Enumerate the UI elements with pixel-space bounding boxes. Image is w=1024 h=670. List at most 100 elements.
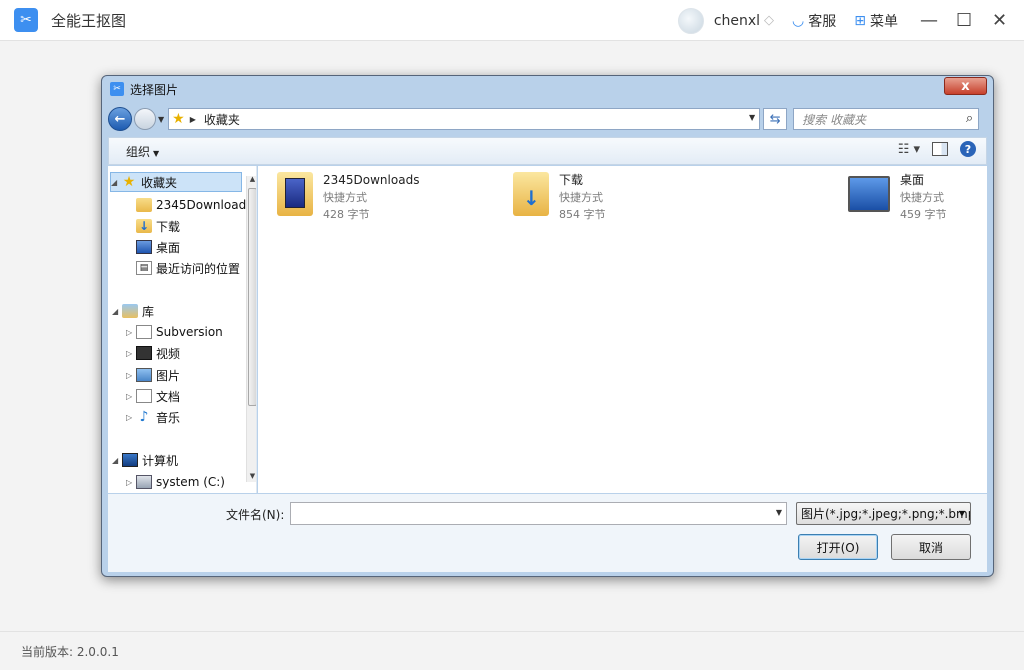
tree-item-recent-places[interactable]: ▤ 最近访问的位置 <box>136 258 240 278</box>
change-view-icon[interactable]: ☷ ▾ <box>898 142 920 157</box>
app-logo-icon: ✂ <box>14 8 38 32</box>
chevron-down-icon: ▼ <box>958 509 965 518</box>
cancel-button[interactable]: 取消 <box>891 534 971 560</box>
vip-diamond-icon[interactable]: ◇ <box>764 13 774 28</box>
file-item-desktop[interactable]: 桌面 快捷方式 459 字节 <box>848 172 947 228</box>
search-input[interactable]: 搜索 收藏夹 ⌕ <box>793 108 980 130</box>
file-type: 快捷方式 <box>559 191 603 204</box>
video-icon <box>136 346 152 360</box>
dialog-footer: 文件名(N): ▼ 图片(*.jpg;*.jpeg;*.png;*.bmp ▼ … <box>108 494 987 572</box>
desktop-icon <box>136 240 152 254</box>
file-type: 快捷方式 <box>323 191 367 204</box>
menu-button[interactable]: ⊞ 菜单 <box>854 11 898 31</box>
file-item-downloads[interactable]: ↓ 下载 快捷方式 854 字节 <box>513 172 606 228</box>
collapse-arrow-icon[interactable]: ▷ <box>126 413 136 422</box>
star-icon: ★ <box>122 174 136 190</box>
filename-input[interactable]: ▼ <box>290 502 787 525</box>
tree-item-system-c[interactable]: ▷ system (C:) <box>126 472 225 492</box>
open-button[interactable]: 打开(O) <box>798 534 878 560</box>
tree-item-computer[interactable]: ◢ 计算机 <box>112 450 178 470</box>
file-name: 桌面 <box>900 173 925 187</box>
collapse-arrow-icon[interactable]: ▷ <box>126 392 136 401</box>
file-type-filter-value: 图片(*.jpg;*.jpeg;*.png;*.bmp <box>801 507 971 521</box>
tree-label: Subversion <box>156 325 223 339</box>
folder-shortcut-icon <box>277 172 313 216</box>
avatar[interactable] <box>677 7 704 34</box>
tree-label: 图片 <box>156 368 181 383</box>
scroll-down-icon[interactable]: ▼ <box>248 472 256 480</box>
tree-label: 收藏夹 <box>141 175 178 190</box>
scroll-up-icon[interactable]: ▲ <box>248 175 256 183</box>
preview-pane-icon[interactable] <box>932 142 948 156</box>
favorites-star-icon: ★ <box>172 111 185 127</box>
organize-button[interactable]: 组织 ▼ <box>126 143 159 160</box>
close-button[interactable]: ✕ <box>992 10 1007 31</box>
menu-label: 菜单 <box>870 13 898 30</box>
desktop-icon <box>848 176 890 212</box>
app-window: ✂ 全能王抠图 chenxl ◇ ◡ 客服 ⊞ 菜单 — ☐ ✕ ✂ 选择图片 … <box>0 0 1024 670</box>
tree-item-2345downloads[interactable]: 2345Downloads <box>136 195 252 215</box>
music-icon: ♪ <box>139 409 149 425</box>
expand-arrow-icon[interactable]: ◢ <box>112 456 122 465</box>
tree-item-favorites[interactable]: ◢ ★ 收藏夹 <box>110 172 242 192</box>
scroll-thumb[interactable] <box>248 188 256 406</box>
grid-menu-icon: ⊞ <box>854 12 866 29</box>
tree-item-subversion[interactable]: ▷ Subversion <box>126 322 223 342</box>
search-placeholder: 搜索 收藏夹 <box>802 112 866 127</box>
address-bar[interactable]: ★ ▶ 收藏夹 ▼ <box>168 108 761 130</box>
navigation-pane: ◢ ★ 收藏夹 2345Downloads ↓ 下载 桌面 ▤ 最近访问的位置 <box>108 166 257 493</box>
collapse-arrow-icon[interactable]: ▷ <box>126 328 136 337</box>
tree-item-music[interactable]: ▷ ♪ 音乐 <box>126 407 180 427</box>
tree-label: 2345Downloads <box>156 198 253 212</box>
address-dropdown-icon[interactable]: ▼ <box>749 113 755 122</box>
collapse-arrow-icon[interactable]: ▷ <box>126 478 136 487</box>
support-button[interactable]: ◡ 客服 <box>792 11 836 31</box>
minimize-button[interactable]: — <box>920 10 938 31</box>
username[interactable]: chenxl <box>714 13 760 29</box>
tree-label: system (C:) <box>156 475 225 489</box>
headset-icon: ◡ <box>792 12 805 29</box>
dialog-title: 选择图片 <box>130 82 179 97</box>
app-titlebar: ✂ 全能王抠图 chenxl ◇ ◡ 客服 ⊞ 菜单 — ☐ ✕ <box>0 0 1024 41</box>
tree-label: 最近访问的位置 <box>156 261 241 276</box>
file-size: 854 字节 <box>559 208 606 221</box>
dialog-app-icon: ✂ <box>110 82 124 96</box>
collapse-arrow-icon[interactable]: ▷ <box>126 349 136 358</box>
tree-item-documents[interactable]: ▷ 文档 <box>126 386 180 406</box>
back-button[interactable]: ← <box>108 107 132 131</box>
tree-item-libraries[interactable]: ◢ 库 <box>112 301 154 321</box>
maximize-button[interactable]: ☐ <box>956 10 972 31</box>
tree-item-downloads[interactable]: ↓ 下载 <box>136 216 180 236</box>
forward-button[interactable] <box>134 108 156 130</box>
collapse-arrow-icon[interactable]: ▷ <box>126 371 136 380</box>
search-icon[interactable]: ⌕ <box>966 111 973 126</box>
view-controls: ☷ ▾ ? <box>898 141 976 157</box>
tree-item-desktop[interactable]: 桌面 <box>136 237 180 257</box>
picture-icon <box>136 368 152 382</box>
file-size: 428 字节 <box>323 208 370 221</box>
filename-dropdown-icon[interactable]: ▼ <box>776 508 782 517</box>
file-open-dialog: ✂ 选择图片 x ← ▼ ★ ▶ 收藏夹 ▼ ⇆ 搜索 收藏夹 ⌕ 组织 ▼ ☷ … <box>101 75 994 577</box>
command-bar: 组织 ▼ ☷ ▾ ? <box>108 137 987 165</box>
file-type-filter[interactable]: 图片(*.jpg;*.jpeg;*.png;*.bmp ▼ <box>796 502 971 525</box>
breadcrumb[interactable]: 收藏夹 <box>204 111 240 128</box>
drive-icon <box>136 475 152 489</box>
breadcrumb-arrow-icon[interactable]: ▶ <box>190 115 196 124</box>
expand-arrow-icon[interactable]: ◢ <box>112 307 122 316</box>
nav-scrollbar[interactable]: ▲ ▼ <box>246 175 256 482</box>
refresh-button[interactable]: ⇆ <box>763 108 788 130</box>
document-icon <box>136 389 152 403</box>
recent-pages-dropdown[interactable]: ▼ <box>158 115 164 124</box>
download-folder-icon: ↓ <box>513 172 549 216</box>
dialog-titlebar: ✂ 选择图片 x <box>102 76 993 102</box>
tree-item-videos[interactable]: ▷ 视频 <box>126 343 180 363</box>
help-icon[interactable]: ? <box>960 141 976 157</box>
file-item-2345downloads[interactable]: 2345Downloads 快捷方式 428 字节 <box>277 172 419 228</box>
app-title: 全能王抠图 <box>51 11 127 30</box>
tree-label: 计算机 <box>142 453 179 468</box>
dialog-close-button[interactable]: x <box>944 77 987 95</box>
tree-item-pictures[interactable]: ▷ 图片 <box>126 365 180 385</box>
file-name: 下载 <box>559 173 584 187</box>
expand-arrow-icon[interactable]: ◢ <box>111 178 121 187</box>
recent-places-icon: ▤ <box>136 261 152 275</box>
